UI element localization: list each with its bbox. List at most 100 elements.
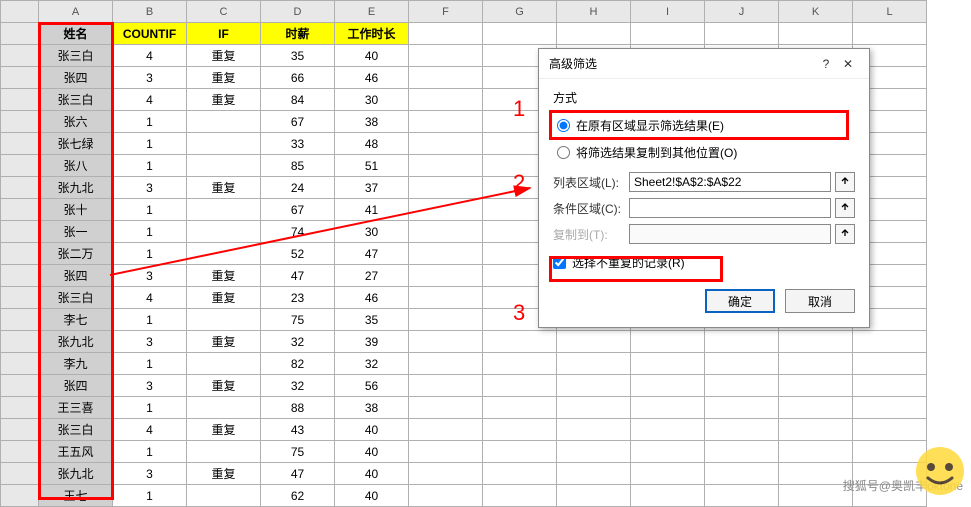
- cell[interactable]: [779, 463, 853, 485]
- cell[interactable]: [187, 485, 261, 507]
- cell[interactable]: 3: [113, 375, 187, 397]
- list-range-picker-button[interactable]: [835, 172, 855, 192]
- cell[interactable]: 1: [113, 309, 187, 331]
- cell[interactable]: 张三白: [39, 89, 113, 111]
- row-header[interactable]: [1, 111, 39, 133]
- cell[interactable]: [409, 45, 483, 67]
- cell[interactable]: 47: [335, 243, 409, 265]
- cell[interactable]: [409, 287, 483, 309]
- cell[interactable]: [557, 353, 631, 375]
- cell[interactable]: [779, 419, 853, 441]
- radio-filter-inplace[interactable]: 在原有区域显示筛选结果(E): [553, 112, 855, 139]
- cell[interactable]: [409, 309, 483, 331]
- cell[interactable]: [187, 133, 261, 155]
- cell[interactable]: [631, 331, 705, 353]
- cell[interactable]: 43: [261, 419, 335, 441]
- cell[interactable]: [409, 155, 483, 177]
- cell[interactable]: [705, 375, 779, 397]
- cell[interactable]: [631, 353, 705, 375]
- cell[interactable]: 重复: [187, 287, 261, 309]
- cell[interactable]: 张六: [39, 111, 113, 133]
- cell[interactable]: 张一: [39, 221, 113, 243]
- col-header-J[interactable]: J: [705, 1, 779, 23]
- cell[interactable]: 32: [261, 331, 335, 353]
- cell[interactable]: [409, 397, 483, 419]
- row-header[interactable]: [1, 133, 39, 155]
- col-header-F[interactable]: F: [409, 1, 483, 23]
- cell[interactable]: [631, 441, 705, 463]
- cell[interactable]: [705, 441, 779, 463]
- cell[interactable]: 66: [261, 67, 335, 89]
- col-header-I[interactable]: I: [631, 1, 705, 23]
- cell[interactable]: [187, 243, 261, 265]
- cell[interactable]: 38: [335, 397, 409, 419]
- cell[interactable]: 62: [261, 485, 335, 507]
- cell[interactable]: 56: [335, 375, 409, 397]
- cell[interactable]: [409, 67, 483, 89]
- cell[interactable]: 重复: [187, 265, 261, 287]
- copyto-range-picker-button[interactable]: [835, 224, 855, 244]
- col-header-K[interactable]: K: [779, 1, 853, 23]
- cell[interactable]: 40: [335, 485, 409, 507]
- cell[interactable]: 李九: [39, 353, 113, 375]
- cell[interactable]: 工作时长: [335, 23, 409, 45]
- cell[interactable]: [409, 265, 483, 287]
- row-header[interactable]: [1, 243, 39, 265]
- cell[interactable]: [779, 375, 853, 397]
- cell[interactable]: 4: [113, 89, 187, 111]
- cell[interactable]: 张三白: [39, 419, 113, 441]
- cell[interactable]: [853, 23, 927, 45]
- cell[interactable]: [779, 397, 853, 419]
- cell[interactable]: [409, 23, 483, 45]
- cell[interactable]: 重复: [187, 463, 261, 485]
- row-header[interactable]: [1, 221, 39, 243]
- cell[interactable]: 75: [261, 309, 335, 331]
- cell[interactable]: [409, 463, 483, 485]
- list-range-input[interactable]: [629, 172, 831, 192]
- cell[interactable]: 重复: [187, 331, 261, 353]
- cell[interactable]: 4: [113, 45, 187, 67]
- col-header-B[interactable]: B: [113, 1, 187, 23]
- row-header[interactable]: [1, 265, 39, 287]
- cell[interactable]: 88: [261, 397, 335, 419]
- dialog-help-button[interactable]: ?: [815, 57, 837, 71]
- cell[interactable]: [483, 419, 557, 441]
- unique-records-checkbox[interactable]: [553, 256, 566, 269]
- cell[interactable]: [557, 23, 631, 45]
- cell[interactable]: [483, 463, 557, 485]
- cell[interactable]: 40: [335, 45, 409, 67]
- cell[interactable]: [409, 243, 483, 265]
- cell[interactable]: 35: [335, 309, 409, 331]
- cell[interactable]: [483, 353, 557, 375]
- row-header[interactable]: [1, 463, 39, 485]
- cell[interactable]: 75: [261, 441, 335, 463]
- cell[interactable]: 重复: [187, 419, 261, 441]
- criteria-range-input[interactable]: [629, 198, 831, 218]
- select-all-corner[interactable]: [1, 1, 39, 23]
- cell[interactable]: 38: [335, 111, 409, 133]
- cell[interactable]: 46: [335, 287, 409, 309]
- col-header-G[interactable]: G: [483, 1, 557, 23]
- col-header-A[interactable]: A: [39, 1, 113, 23]
- cell[interactable]: 30: [335, 89, 409, 111]
- cell[interactable]: 40: [335, 419, 409, 441]
- cell[interactable]: 3: [113, 67, 187, 89]
- row-header[interactable]: [1, 67, 39, 89]
- cell[interactable]: [853, 397, 927, 419]
- cell[interactable]: 姓名: [39, 23, 113, 45]
- cell[interactable]: [409, 353, 483, 375]
- cell[interactable]: [557, 463, 631, 485]
- cell[interactable]: 67: [261, 199, 335, 221]
- cell[interactable]: 40: [335, 441, 409, 463]
- cell[interactable]: 84: [261, 89, 335, 111]
- cell[interactable]: [483, 375, 557, 397]
- row-header[interactable]: [1, 287, 39, 309]
- cell[interactable]: 张九北: [39, 463, 113, 485]
- cell[interactable]: [557, 397, 631, 419]
- cell[interactable]: 重复: [187, 89, 261, 111]
- cell[interactable]: [779, 23, 853, 45]
- cell[interactable]: [705, 485, 779, 507]
- cell[interactable]: COUNTIF: [113, 23, 187, 45]
- cell[interactable]: 重复: [187, 45, 261, 67]
- row-header[interactable]: [1, 199, 39, 221]
